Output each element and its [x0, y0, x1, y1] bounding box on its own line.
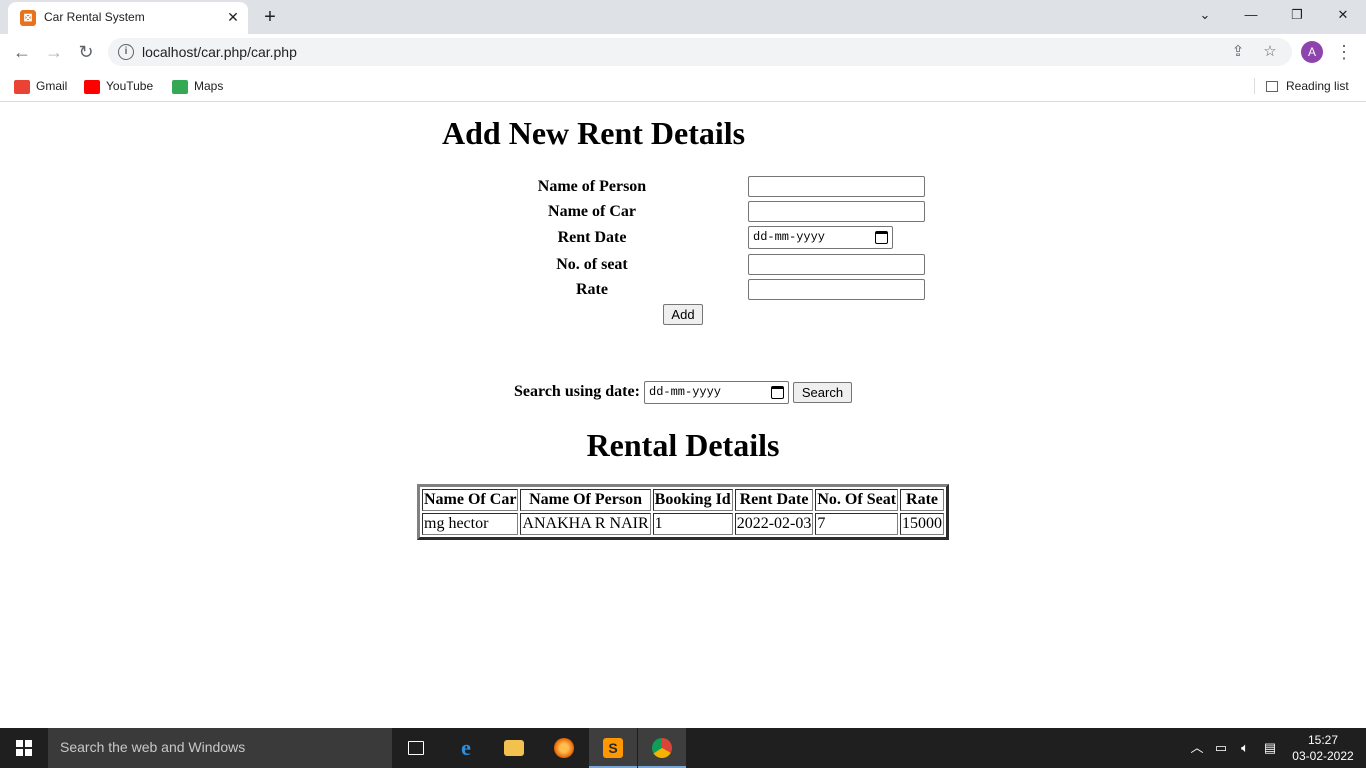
- date-placeholder: dd-mm-yyyy: [649, 385, 722, 399]
- bookmark-star-icon[interactable]: ☆: [1260, 42, 1280, 62]
- table-row: mg hector ANAKHA R NAIR 1 2022-02-03 7 1…: [422, 513, 945, 535]
- rent-date-label: Rent Date: [557, 229, 627, 246]
- person-label: Name of Person: [537, 178, 647, 195]
- minimize-button[interactable]: —: [1228, 0, 1274, 30]
- column-header: Name Of Car: [422, 489, 519, 511]
- tab-strip: ⊠ Car Rental System ✕ + ⌄ — ❐ ✕: [0, 0, 1366, 34]
- bookmarks-bar: Gmail YouTube Maps Reading list: [0, 70, 1366, 102]
- table-cell: 15000: [900, 513, 945, 535]
- tab-search-chevron-icon[interactable]: ⌄: [1182, 0, 1228, 30]
- rate-label: Rate: [576, 281, 608, 298]
- column-header: Rate: [900, 489, 945, 511]
- firefox-icon: [554, 738, 574, 758]
- rate-input[interactable]: [748, 279, 925, 300]
- chrome-taskbar-button[interactable]: [638, 728, 686, 768]
- taskbar-search-box[interactable]: Search the web and Windows: [48, 728, 392, 768]
- reading-list-label: Reading list: [1286, 79, 1349, 93]
- new-tab-button[interactable]: +: [258, 5, 282, 29]
- form-title: Add New Rent Details: [442, 115, 746, 151]
- rental-details-title: Rental Details: [586, 427, 780, 463]
- sublime-text-icon: S: [603, 738, 623, 758]
- forward-arrow-icon[interactable]: →: [40, 38, 68, 66]
- notification-center-icon[interactable]: ▤: [1261, 738, 1279, 758]
- youtube-icon: [84, 79, 100, 94]
- firefox-taskbar-button[interactable]: [540, 728, 588, 768]
- clock-date: 03-02-2022: [1292, 749, 1354, 763]
- column-header: Name Of Person: [520, 489, 651, 511]
- bookmark-maps[interactable]: Maps: [172, 76, 223, 96]
- address-bar[interactable]: i localhost/car.php/car.php ⇪ ☆: [108, 38, 1292, 66]
- task-view-icon: [408, 741, 424, 755]
- table-cell: 1: [652, 513, 733, 535]
- chrome-menu-icon[interactable]: ⋮: [1334, 38, 1354, 66]
- calendar-icon[interactable]: [875, 231, 888, 244]
- edge-icon: e: [461, 735, 471, 760]
- back-arrow-icon[interactable]: ←: [8, 38, 36, 66]
- rental-table: Name Of Car Name Of Person Booking Id Re…: [417, 484, 950, 540]
- divider: [1254, 78, 1255, 94]
- edge-taskbar-button[interactable]: e: [442, 728, 490, 768]
- bookmark-youtube[interactable]: YouTube: [84, 76, 153, 96]
- chrome-icon: [652, 738, 672, 758]
- car-name-input[interactable]: [748, 201, 925, 222]
- browser-tab[interactable]: ⊠ Car Rental System ✕: [8, 2, 248, 34]
- tab-title: Car Rental System: [44, 10, 145, 24]
- car-label: Name of Car: [548, 203, 636, 220]
- start-button[interactable]: [0, 728, 48, 768]
- search-date-input[interactable]: dd-mm-yyyy: [644, 381, 789, 404]
- gmail-icon: [14, 79, 30, 94]
- profile-avatar[interactable]: A: [1301, 41, 1323, 63]
- site-info-icon[interactable]: i: [118, 44, 134, 60]
- tab-close-icon[interactable]: ✕: [224, 8, 242, 26]
- bookmark-label: Gmail: [36, 79, 68, 93]
- calendar-icon[interactable]: [771, 386, 784, 399]
- task-view-button[interactable]: [392, 728, 440, 768]
- reading-list-button[interactable]: Reading list: [1266, 76, 1349, 96]
- rent-date-input[interactable]: dd-mm-yyyy: [748, 226, 893, 249]
- file-explorer-taskbar-button[interactable]: [490, 728, 538, 768]
- search-label: Search using date:: [514, 383, 640, 400]
- volume-icon[interactable]: 🔈︎: [1236, 738, 1254, 758]
- table-cell: ANAKHA R NAIR: [520, 513, 651, 535]
- maps-icon: [172, 79, 188, 94]
- table-cell: 7: [815, 513, 899, 535]
- bookmark-label: Maps: [194, 79, 224, 93]
- column-header: Rent Date: [734, 489, 814, 511]
- sublime-text-taskbar-button[interactable]: S: [589, 728, 637, 768]
- taskbar-search-placeholder: Search the web and Windows: [60, 739, 246, 755]
- xampp-favicon-icon: ⊠: [20, 10, 36, 26]
- windows-logo-icon: [16, 740, 32, 756]
- share-icon[interactable]: ⇪: [1228, 42, 1248, 62]
- reload-icon[interactable]: ↻: [72, 38, 100, 66]
- bookmark-label: YouTube: [106, 79, 154, 93]
- person-name-input[interactable]: [748, 176, 925, 197]
- browser-toolbar: ← → ↻ i localhost/car.php/car.php ⇪ ☆ A …: [0, 34, 1366, 70]
- seats-label: No. of seat: [556, 256, 628, 273]
- column-header: Booking Id: [652, 489, 733, 511]
- restore-button[interactable]: ❐: [1274, 0, 1320, 30]
- table-cell: mg hector: [422, 513, 519, 535]
- battery-icon[interactable]: ▭: [1212, 738, 1230, 758]
- reading-list-icon: [1266, 81, 1278, 93]
- table-header-row: Name Of Car Name Of Person Booking Id Re…: [422, 489, 945, 511]
- search-button[interactable]: Search: [793, 382, 852, 403]
- file-explorer-icon: [504, 740, 524, 756]
- bookmark-gmail[interactable]: Gmail: [14, 76, 67, 96]
- close-window-button[interactable]: ✕: [1320, 0, 1366, 30]
- show-hidden-icons-chevron-icon[interactable]: ︿: [1188, 738, 1206, 758]
- url-text[interactable]: localhost/car.php/car.php: [142, 44, 297, 60]
- table-cell: 2022-02-03: [734, 513, 814, 535]
- add-button[interactable]: Add: [663, 304, 703, 325]
- date-placeholder: dd-mm-yyyy: [753, 230, 826, 244]
- system-clock[interactable]: 15:27 03-02-2022: [1288, 732, 1358, 764]
- column-header: No. Of Seat: [815, 489, 899, 511]
- clock-time: 15:27: [1307, 733, 1339, 747]
- page-content: Add New Rent Details Name of Person Name…: [0, 103, 1366, 728]
- windows-taskbar: Search the web and Windows e S ︿ ▭ 🔈︎ ▤ …: [0, 728, 1366, 768]
- seats-input[interactable]: [748, 254, 925, 275]
